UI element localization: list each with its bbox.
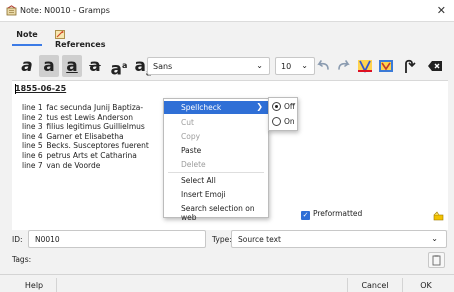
note-line: line 6 petrus Arts et Catharina: [22, 150, 137, 160]
tab-references-label: References: [55, 40, 106, 49]
menu-item-insert-emoji[interactable]: Insert Emoji: [164, 188, 268, 201]
tags-row: Tags:: [0, 252, 454, 270]
italic-button[interactable]: a: [18, 55, 36, 77]
edit-tag-icon[interactable]: [433, 211, 444, 221]
note-line: line 1 fac secunda Junij Baptiza-: [22, 103, 144, 112]
note-line: line 2 tus est Lewis Anderson: [22, 112, 133, 122]
tags-label: Tags:: [12, 255, 32, 264]
title-bar: Note: N0010 - Gramps ✕: [0, 0, 454, 22]
id-field[interactable]: N0010: [28, 230, 206, 248]
spellcheck-submenu: Off On: [268, 97, 298, 131]
bold-button[interactable]: a: [39, 55, 59, 77]
menu-item-paste[interactable]: Paste: [164, 144, 268, 157]
chevron-down-icon: ⌄: [301, 61, 308, 70]
underline-button[interactable]: a: [62, 55, 82, 77]
insert-link-icon[interactable]: [402, 58, 418, 74]
font-family-value: Sans: [153, 62, 173, 71]
checkmark-icon: ✓: [301, 211, 310, 220]
font-family-select[interactable]: Sans ⌄: [147, 57, 270, 75]
chevron-down-icon: ⌄: [256, 61, 263, 70]
references-icon: [55, 30, 65, 39]
dialog-button-bar: Help Cancel OK: [0, 274, 454, 292]
type-label: Type:: [212, 235, 232, 244]
font-size-value: 10: [281, 62, 292, 71]
menu-item-select-all[interactable]: Select All: [164, 174, 268, 187]
id-type-row: ID: N0010 Type: Source text ⌄: [0, 228, 454, 250]
gramps-app-icon: [6, 5, 17, 16]
tab-note[interactable]: Note: [12, 27, 42, 46]
highlight-color-icon[interactable]: [378, 58, 394, 74]
undo-icon[interactable]: [315, 58, 331, 74]
text-color-icon[interactable]: [357, 58, 373, 74]
id-label: ID:: [12, 235, 23, 244]
close-window-button[interactable]: ✕: [437, 4, 446, 17]
date-heading: 1855-06-25: [15, 84, 67, 93]
radio-unselected-icon: [272, 117, 281, 126]
strikethrough-button[interactable]: a: [86, 55, 104, 77]
spellcheck-off-option[interactable]: Off: [272, 102, 295, 114]
menu-item-delete[interactable]: Delete: [164, 158, 268, 171]
tab-note-label: Note: [16, 30, 38, 39]
preformatted-checkbox[interactable]: ✓ Preformatted: [301, 209, 362, 220]
formatting-toolbar: a a a a aa aa Sans ⌄ 10 ⌄: [12, 53, 444, 80]
clipboard-icon: [432, 255, 441, 266]
chevron-right-icon: ❯: [256, 102, 263, 111]
id-value: N0010: [35, 235, 60, 244]
menu-item-spellcheck[interactable]: Spellcheck ❯: [164, 101, 268, 114]
font-size-select[interactable]: 10 ⌄: [275, 57, 315, 75]
superscript-button[interactable]: aa: [108, 55, 130, 80]
text-cursor: [15, 84, 16, 94]
menu-item-copy[interactable]: Copy: [164, 130, 268, 143]
menu-item-search-web[interactable]: Search selection on web: [164, 202, 268, 222]
spellcheck-on-option[interactable]: On: [272, 117, 295, 129]
note-line: line 7 van de Voorde: [22, 160, 101, 170]
edit-tags-button[interactable]: [428, 252, 445, 268]
active-tab-indicator: [12, 44, 42, 46]
menu-separator: [168, 172, 264, 173]
type-value: Source text: [238, 235, 281, 244]
context-menu: Spellcheck ❯ Cut Copy Paste Delete Selec…: [163, 98, 269, 222]
menu-item-cut[interactable]: Cut: [164, 116, 268, 129]
note-lines: line 1 fac secunda Junij Baptiza- line 2…: [22, 103, 149, 170]
clear-formatting-icon[interactable]: [427, 58, 443, 74]
window-title: Note: N0010 - Gramps: [20, 6, 110, 15]
type-select[interactable]: Source text ⌄: [231, 230, 447, 248]
redo-icon[interactable]: [336, 58, 352, 74]
note-line: line 3 filius legitimus Guillielmus: [22, 122, 145, 132]
note-line: line 4 Garner et Elisabetha: [22, 131, 124, 141]
note-line: line 5 Becks. Susceptores fuerent: [22, 141, 149, 151]
chevron-down-icon: ⌄: [431, 234, 438, 243]
radio-selected-icon: [272, 102, 281, 111]
tab-references[interactable]: References: [55, 27, 106, 49]
